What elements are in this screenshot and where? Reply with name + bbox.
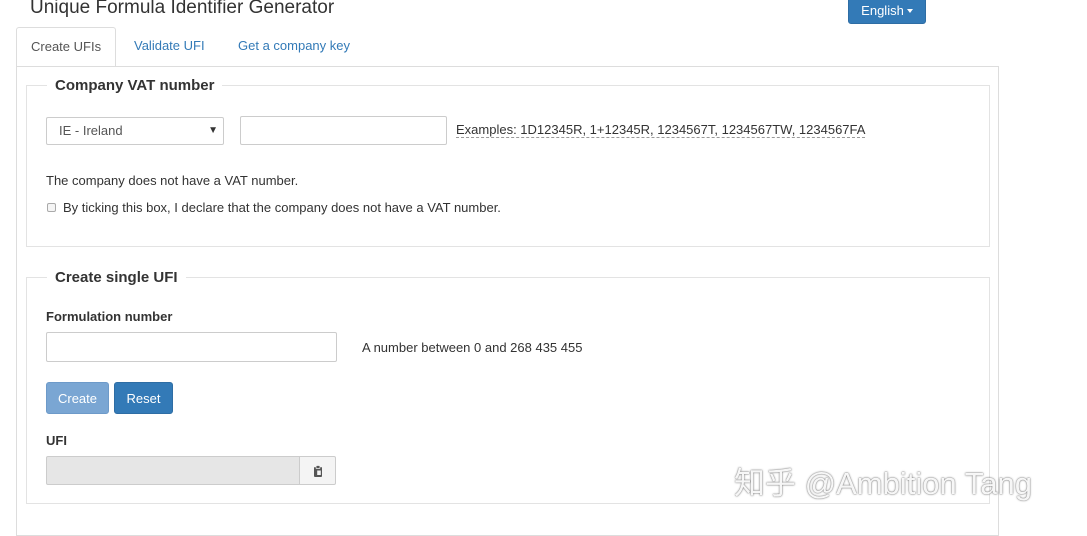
country-select[interactable]: IE - Ireland ▼: [46, 117, 224, 145]
create-button[interactable]: Create: [46, 382, 109, 414]
no-vat-text: The company does not have a VAT number.: [46, 173, 299, 188]
single-ufi-section-legend: Create single UFI: [55, 269, 178, 286]
tab-label: Create UFIs: [31, 39, 102, 54]
ufi-output-field: [46, 456, 300, 485]
no-vat-checkbox[interactable]: [47, 203, 56, 212]
page-title: Unique Formula Identifier Generator: [30, 0, 335, 18]
formulation-number-hint: A number between 0 and 268 435 455: [362, 340, 583, 355]
copy-ufi-button[interactable]: [299, 456, 336, 485]
caret-down-icon: [906, 9, 913, 14]
reset-button[interactable]: Reset: [114, 382, 173, 414]
country-selected-value: IE - Ireland: [59, 123, 123, 138]
language-dropdown-button[interactable]: English: [848, 0, 926, 24]
tab-label: Validate UFI: [134, 38, 205, 53]
formulation-number-input[interactable]: [46, 332, 337, 362]
ufi-label: UFI: [46, 433, 67, 448]
watermark-text: 知乎 @Ambition Tang: [734, 466, 1032, 501]
tab-validate-ufi[interactable]: Validate UFI: [120, 27, 219, 67]
tab-bar: Create UFIs Validate UFI Get a company k…: [16, 27, 999, 67]
dropdown-arrow-icon: ▼: [208, 125, 218, 136]
vat-number-input[interactable]: [240, 116, 447, 145]
clipboard-icon: [313, 464, 322, 477]
tab-label: Get a company key: [238, 38, 350, 53]
tab-create-ufis[interactable]: Create UFIs: [16, 27, 117, 67]
vat-section-legend: Company VAT number: [55, 77, 215, 94]
no-vat-checkbox-label[interactable]: By ticking this box, I declare that the …: [63, 200, 501, 215]
language-label: English: [861, 2, 904, 18]
vat-section: Company VAT number: [26, 77, 990, 247]
vat-examples-hint: Examples: 1D12345R, 1+12345R, 1234567T, …: [456, 122, 866, 138]
vat-examples-text: Examples: 1D12345R, 1+12345R, 1234567T, …: [456, 122, 866, 138]
formulation-number-label: Formulation number: [46, 309, 173, 324]
tab-get-company-key[interactable]: Get a company key: [224, 27, 364, 67]
